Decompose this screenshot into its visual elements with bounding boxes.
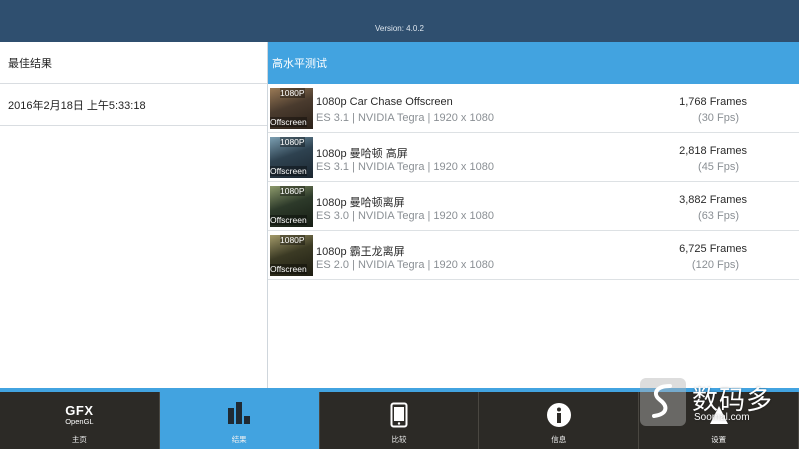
test-row[interactable]: 1080P Offscreen 1080p 霸王龙离屏 ES 2.0 | NVIDIA… bbox=[268, 231, 799, 280]
test-fps: (30 Fps) bbox=[698, 112, 739, 124]
watermark-url: Soomal.com bbox=[694, 412, 750, 423]
phone-icon bbox=[390, 402, 408, 432]
thumbnail-resolution-badge: 1080P bbox=[280, 137, 305, 147]
test-row[interactable]: 1080P Offscreen 1080p Car Chase Offscreen E… bbox=[268, 84, 799, 133]
test-thumbnail: 1080P Offscreen bbox=[270, 235, 313, 276]
test-frames: 1,768 Frames bbox=[679, 96, 747, 108]
test-frames: 6,725 Frames bbox=[679, 243, 747, 255]
thumbnail-offscreen-label: Offscreen bbox=[270, 215, 307, 225]
test-fps: (45 Fps) bbox=[698, 161, 739, 173]
nav-compare-label: 比较 bbox=[391, 435, 407, 444]
title-bar: Version: 4.0.2 bbox=[0, 0, 799, 42]
test-row[interactable]: 1080P Offscreen 1080p 曼哈顿离屏 ES 3.0 | NVIDIA… bbox=[268, 182, 799, 231]
test-meta: ES 3.1 | NVIDIA Tegra | 1920 x 1080 bbox=[316, 161, 494, 173]
result-timestamp[interactable]: 2016年2月18日 上午5:33:18 bbox=[0, 84, 267, 126]
gfx-opengl-logo: GFX OpenGL bbox=[0, 404, 159, 426]
best-results-heading[interactable]: 最佳结果 bbox=[0, 42, 267, 84]
logo-line-1: GFX bbox=[65, 403, 94, 418]
nav-home[interactable]: GFX OpenGL 主页 bbox=[0, 392, 160, 449]
test-thumbnail: 1080P Offscreen bbox=[270, 88, 313, 129]
test-fps: (63 Fps) bbox=[698, 210, 739, 222]
test-meta: ES 3.0 | NVIDIA Tegra | 1920 x 1080 bbox=[316, 210, 494, 222]
test-row[interactable]: 1080P Offscreen 1080p 曼哈顿 高屏 ES 3.1 | NVIDI… bbox=[268, 133, 799, 182]
logo-line-2: OpenGL bbox=[65, 417, 94, 426]
thumbnail-offscreen-label: Offscreen bbox=[270, 117, 307, 127]
thumbnail-resolution-badge: 1080P bbox=[280, 235, 305, 245]
test-fps: (120 Fps) bbox=[691, 259, 739, 271]
test-name: 1080p 曼哈顿离屏 bbox=[316, 197, 405, 209]
test-group-heading: 高水平测试 bbox=[268, 42, 799, 84]
test-name: 1080p 曼哈顿 高屏 bbox=[316, 148, 408, 160]
thumbnail-resolution-badge: 1080P bbox=[280, 88, 305, 98]
thumbnail-resolution-badge: 1080P bbox=[280, 186, 305, 196]
nav-settings-label: 设置 bbox=[711, 435, 727, 444]
version-label: Version: 4.0.2 bbox=[375, 24, 424, 33]
info-icon bbox=[546, 402, 572, 432]
watermark-logo-icon bbox=[640, 378, 686, 426]
nav-home-label: 主页 bbox=[71, 435, 87, 444]
thumbnail-offscreen-label: Offscreen bbox=[270, 264, 307, 274]
left-panel: 最佳结果 2016年2月18日 上午5:33:18 bbox=[0, 42, 268, 388]
test-frames: 3,882 Frames bbox=[679, 194, 747, 206]
test-frames: 2,818 Frames bbox=[679, 145, 747, 157]
app-window: Version: 4.0.2 最佳结果 2016年2月18日 上午5:33:18… bbox=[0, 0, 799, 449]
thumbnail-offscreen-label: Offscreen bbox=[270, 166, 307, 176]
test-list: 1080P Offscreen 1080p Car Chase Offscreen E… bbox=[268, 84, 799, 280]
nav-compare[interactable]: 比较 bbox=[319, 392, 480, 449]
nav-info[interactable]: 信息 bbox=[479, 392, 640, 449]
bar-chart-icon bbox=[226, 402, 252, 430]
test-thumbnail: 1080P Offscreen bbox=[270, 186, 313, 227]
test-thumbnail: 1080P Offscreen bbox=[270, 137, 313, 178]
nav-results-label: 结果 bbox=[231, 435, 247, 444]
watermark: 数码多 Soomal.com bbox=[640, 378, 799, 432]
right-panel: 高水平测试 1080P Offscreen 1080p Car Chase Offs… bbox=[268, 42, 799, 388]
test-meta: ES 3.1 | NVIDIA Tegra | 1920 x 1080 bbox=[316, 112, 494, 124]
test-name: 1080p 霸王龙离屏 bbox=[316, 246, 405, 258]
nav-info-label: 信息 bbox=[551, 435, 567, 444]
nav-results[interactable]: 结果 bbox=[159, 392, 320, 449]
test-name: 1080p Car Chase Offscreen bbox=[316, 96, 453, 108]
test-meta: ES 2.0 | NVIDIA Tegra | 1920 x 1080 bbox=[316, 259, 494, 271]
